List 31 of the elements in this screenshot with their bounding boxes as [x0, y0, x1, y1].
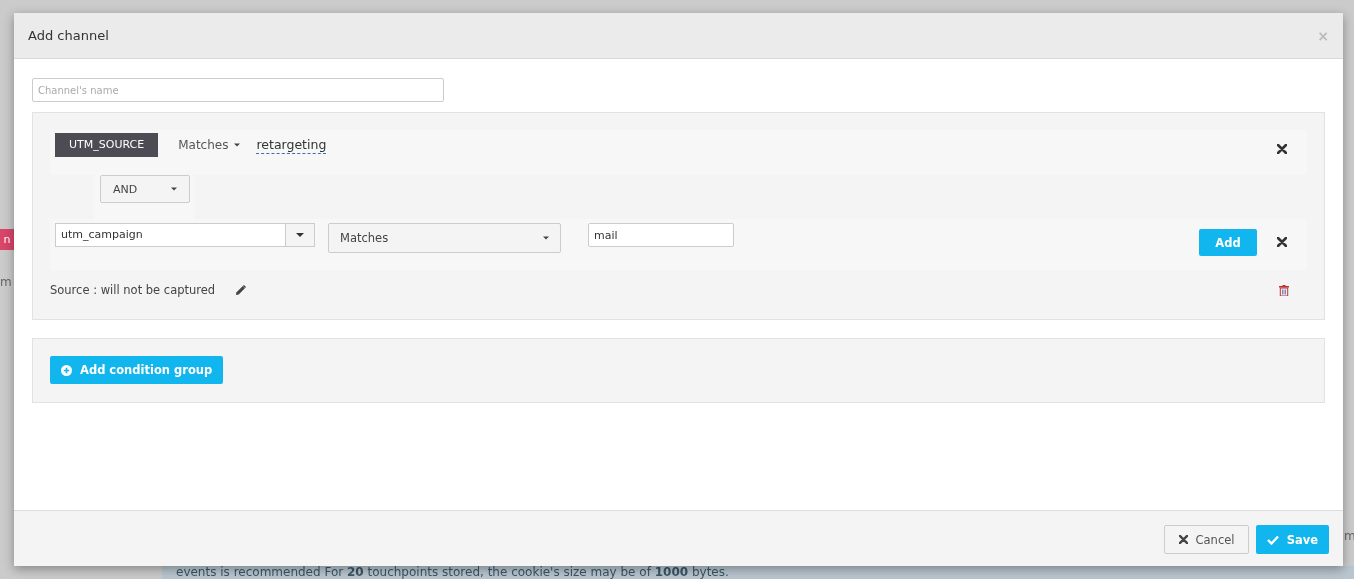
value-link[interactable]: retargeting: [256, 136, 327, 154]
name-field[interactable]: Channel's name: [32, 78, 444, 102]
caret-icon: [543, 236, 549, 240]
operator-select[interactable]: Matches: [328, 223, 561, 253]
caret-icon: [296, 233, 304, 237]
page-text: m: [0, 275, 12, 289]
page-text: m: [1344, 529, 1354, 543]
close-icon: [1277, 237, 1287, 247]
source-note: Source : will not be captured: [50, 283, 216, 297]
field-tag: UTM_SOURCE: [55, 133, 159, 157]
value-input[interactable]: mail: [588, 223, 734, 247]
caret-icon: [234, 143, 241, 147]
caret-icon: [171, 187, 177, 191]
plus-circle-icon: [61, 364, 72, 376]
cancel-button[interactable]: Cancel: [1164, 525, 1249, 554]
dropdown-button[interactable]: [285, 224, 314, 246]
field-input[interactable]: utm_campaign: [55, 223, 315, 247]
remove-button[interactable]: [1277, 237, 1287, 247]
notice-text: events is recommended For 20 touchpoints stored, the cookie's size may be of 1000 bytes.: [162, 566, 1354, 579]
pencil-icon: [235, 284, 247, 296]
trash-icon: [1279, 284, 1289, 296]
connector-select[interactable]: AND: [100, 175, 190, 203]
remove-button[interactable]: [1277, 144, 1287, 154]
close-icon: [1178, 535, 1188, 544]
tag: n: [0, 229, 14, 250]
delete-button[interactable]: [1279, 284, 1289, 296]
edit-button[interactable]: [235, 284, 247, 296]
operator-dropdown[interactable]: Matches: [178, 138, 241, 152]
check-icon: [1266, 534, 1279, 545]
dialog-title: Add channel: [28, 28, 109, 43]
close-icon: [1277, 144, 1287, 154]
